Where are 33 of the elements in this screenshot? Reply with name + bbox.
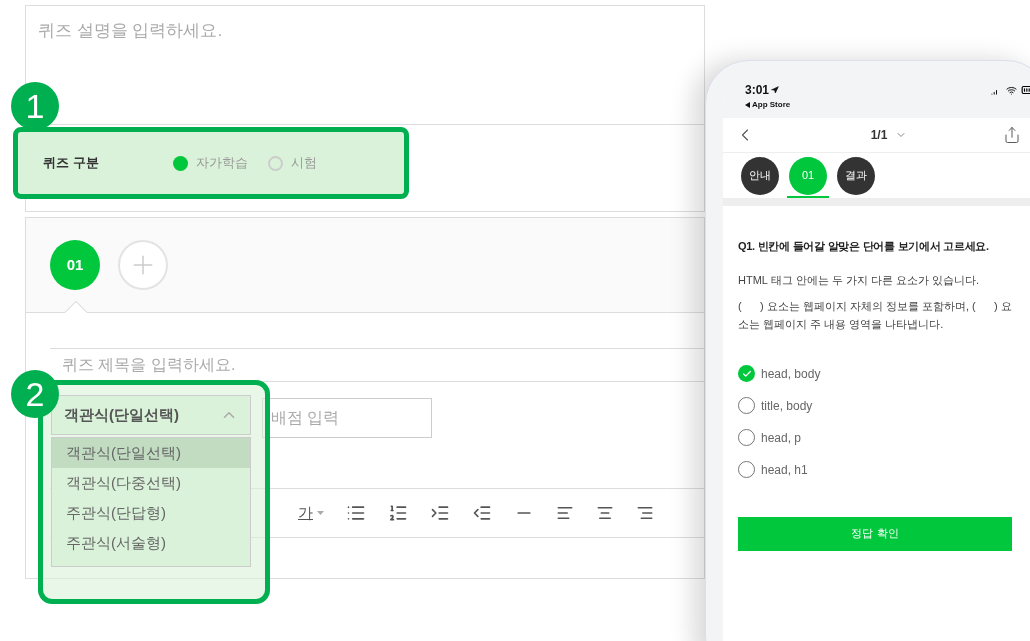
outdent-icon[interactable] [472,503,492,523]
question-title: Q1. 빈칸에 들어갈 알맞은 단어를 보기에서 고르세요. [738,239,990,254]
share-icon[interactable] [1003,126,1021,144]
callout-badge: 1 [11,82,59,130]
question-text: ( ) 요소는 웹페이지 자체의 정보를 포함하며, ( ) 요소는 웹페이지 주 내용 영역을 나타냅니다. [738,298,1013,332]
location-icon [771,86,780,94]
align-right-icon[interactable] [636,504,654,522]
question-type-select[interactable]: 객관식(단일선택) [51,395,251,435]
indent-icon[interactable] [430,503,450,523]
dropdown-option[interactable]: 객관식(단일선택) [52,438,250,468]
caret-icon [317,511,324,515]
back-to-app-link[interactable]: App Store [745,99,791,111]
answer-choice[interactable]: head, p [738,428,1030,447]
dropdown-option[interactable]: 주관식(단답형) [52,498,250,528]
answer-choice[interactable]: title, body [738,396,1030,415]
dropdown-option[interactable]: 주관식(서술형) [52,528,250,558]
answer-choice[interactable]: head, body [738,364,1030,383]
text-color-button[interactable]: 가 [298,501,324,525]
callout-badge: 2 [11,370,59,418]
dropdown-option[interactable]: 객관식(다중선택) [52,468,250,498]
page-indicator[interactable]: 1/1 [870,126,908,144]
status-time: 3:01 [745,81,791,99]
question-text: HTML 태그 안에는 두 가지 다른 요소가 있습니다. [738,272,980,288]
wifi-icon [1006,84,1017,96]
question-nav-tab[interactable]: 결과 [837,156,875,195]
align-center-icon[interactable] [596,504,614,522]
answer-choice[interactable]: head, h1 [738,460,1030,479]
align-left-icon[interactable] [556,504,574,522]
bullet-list-icon[interactable] [346,503,366,523]
numbered-list-icon[interactable] [388,503,408,523]
quiz-type-label: 퀴즈 구분 [43,154,100,173]
question-nav-tab[interactable]: 안내 [741,156,779,195]
back-triangle-icon [745,102,750,108]
